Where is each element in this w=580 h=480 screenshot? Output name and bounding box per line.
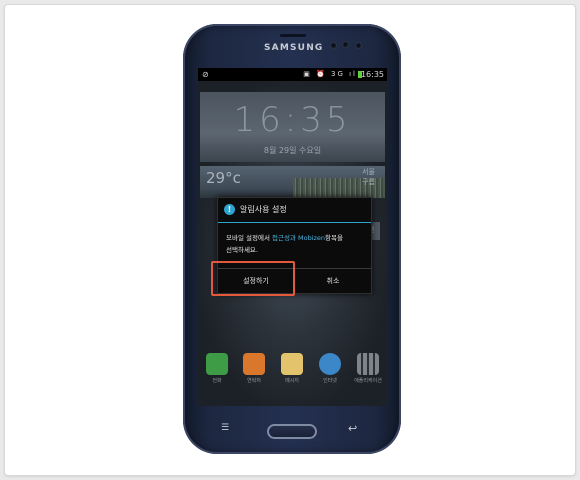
app-label-messages: 메시지: [285, 378, 299, 384]
app-label-apps: 애플리케이션: [354, 378, 382, 384]
front-camera: [342, 41, 349, 48]
message-text-1: 모바일 설정에서: [226, 234, 272, 242]
status-icons: ▣ ⏰ 3G ıl: [303, 70, 357, 78]
dialog-header: ! 알림사용 설정: [218, 198, 371, 223]
status-bar: ⊘ ▣ ⏰ 3G ıl 16:35: [198, 68, 387, 81]
internet-app-icon[interactable]: [319, 353, 341, 375]
apps-drawer-icon[interactable]: [357, 353, 379, 375]
info-icon: !: [224, 204, 235, 215]
cancel-button[interactable]: 취소: [295, 269, 371, 294]
contacts-app-icon[interactable]: [243, 353, 265, 375]
location-text: 서울 구름: [362, 168, 375, 186]
menu-key-icon[interactable]: ☰: [221, 424, 235, 433]
status-time: 16:35: [360, 70, 384, 79]
phone-app-icon[interactable]: [206, 353, 228, 375]
back-key-icon[interactable]: ↩: [348, 422, 357, 435]
message-text-3: 선택하세요.: [226, 246, 258, 254]
no-sound-icon: ⊘: [202, 70, 209, 79]
app-label-internet: 인터넷: [323, 378, 337, 384]
messages-app-icon[interactable]: [281, 353, 303, 375]
home-button[interactable]: [267, 424, 317, 439]
app-label-contacts: 연락처: [247, 378, 261, 384]
brand-logo: SAMSUNG: [264, 43, 324, 53]
earpiece: [280, 34, 306, 37]
app-label-phone: 전화: [212, 378, 222, 384]
phone-screen: ⊘ ▣ ⏰ 3G ıl 16:35 16:35 8월 29일 수요일 29°c …: [198, 68, 387, 406]
app-dock: 전화 연락처 메시지 인터넷 애플리케이션: [198, 353, 387, 393]
dialog-message: 모바일 설정에서 접근성과 Mobizen항목을 선택하세요.: [226, 232, 366, 256]
message-highlight: 접근성과 Mobizen: [272, 234, 326, 242]
proximity-sensor: [330, 42, 337, 49]
light-sensor: [355, 42, 362, 49]
date-text: 8월 29일 수요일: [263, 146, 322, 155]
highlight-annotation: [211, 261, 295, 296]
dialog-title: 알림사용 설정: [240, 205, 287, 214]
message-text-2: 항목을: [325, 234, 343, 242]
clock-text: 16:35: [233, 100, 352, 140]
temperature-text: 29°c: [206, 169, 241, 187]
